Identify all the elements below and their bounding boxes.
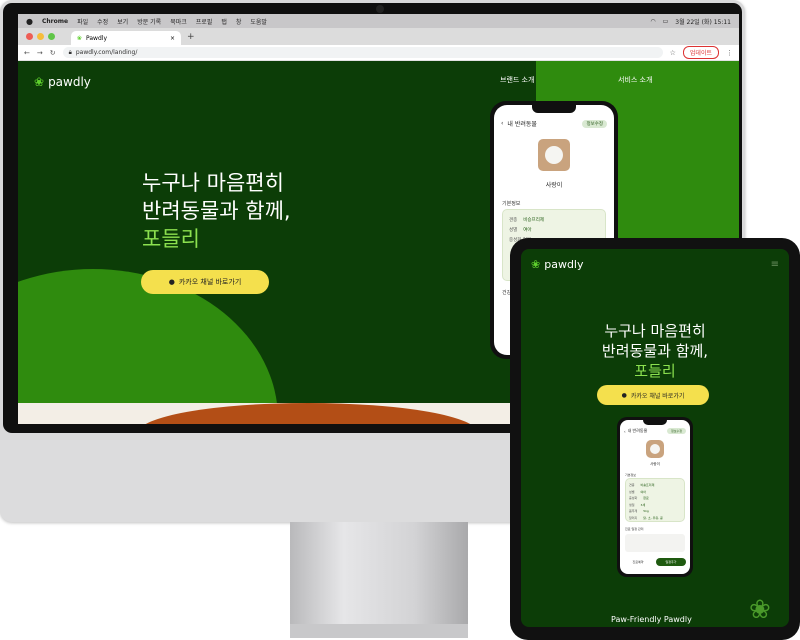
forward-button[interactable]: → — [37, 49, 43, 57]
menubar-item-file[interactable]: 파일 — [77, 17, 88, 26]
ipad-logo-text: pawdly — [544, 258, 584, 271]
camera-icon — [376, 5, 384, 13]
new-tab-button[interactable]: + — [187, 32, 195, 42]
apple-icon[interactable]: ● — [26, 17, 33, 26]
hero-headline-accent: 포들리 — [142, 227, 200, 251]
ipad-basic-info-heading: 기본정보 — [625, 473, 637, 477]
hero-headline: 누구나 마음편히 반려동물과 함께, 포들리 — [142, 169, 291, 253]
phone-notch — [532, 105, 576, 113]
ipad-phone-right-button[interactable]: 일정추가 — [656, 558, 686, 566]
menubar-item-profile[interactable]: 프로필 — [196, 17, 213, 26]
menubar-app-name[interactable]: Chrome — [42, 18, 68, 25]
menubar-item-view[interactable]: 보기 — [117, 17, 128, 26]
menubar-status-area: ◠ ▭ 3월 22일 (화) 15:11 — [650, 17, 731, 26]
tab-close-icon[interactable]: × — [170, 35, 175, 42]
ipad-basic-info-card: 견종 비숑프리제 성별 여아 중성화 완료 생일 3세 몸무게 5kg 알러지 닭, 소, … — [625, 478, 685, 522]
menubar-item-tab[interactable]: 탭 — [221, 17, 227, 26]
ipad-phone-edit[interactable]: 정보수정 — [666, 428, 686, 434]
ipad-headline-accent: 포들리 — [634, 362, 676, 380]
address-bar[interactable]: 🔒︎ pawdly.com/landing/ — [62, 47, 663, 58]
info-row: 알러지 닭, 소, 우유, 콩 — [629, 515, 663, 520]
kakao-channel-button[interactable]: ● 카카오 채널 바로가기 — [141, 270, 269, 294]
phone-notch — [643, 420, 667, 425]
nav-brand-intro[interactable]: 브랜드 소개 — [500, 75, 534, 85]
more-menu-icon[interactable]: ⋮ — [726, 49, 733, 57]
back-chevron-icon[interactable]: ‹ — [624, 429, 626, 434]
back-chevron-icon[interactable]: ‹ — [501, 120, 503, 127]
macos-menubar: ● Chrome 파일 수정 보기 방문 기록 북마크 프로필 탭 창 도움말 … — [18, 14, 739, 28]
kakao-channel-label: 카카오 채널 바로가기 — [178, 278, 242, 286]
pet-name: 사랑이 — [545, 182, 563, 189]
chat-bubble-icon: ● — [621, 391, 627, 399]
paw-icon: ❀ — [749, 595, 771, 625]
hero-headline-line2: 반려동물과 함께, — [142, 199, 291, 223]
ipad-phone-title: 내 반려동물 — [627, 428, 648, 433]
menubar-item-edit[interactable]: 수정 — [97, 17, 108, 26]
phone-app-title: 내 반려동물 — [507, 121, 537, 128]
hamburger-menu-icon[interactable]: ≡ — [771, 259, 779, 270]
lock-icon: 🔒︎ — [68, 48, 72, 56]
ipad-schedule-heading: 진료 일정 관리 — [625, 527, 644, 531]
pet-avatar — [646, 440, 664, 458]
address-bar-url: pawdly.com/landing/ — [75, 49, 138, 56]
menubar-item-help[interactable]: 도움말 — [250, 17, 267, 26]
hero-headline-line1: 누구나 마음편히 — [142, 171, 284, 195]
info-row-sex: 성별 여아 — [509, 228, 532, 233]
ipad-kakao-label: 카카오 채널 바로가기 — [630, 392, 685, 400]
pet-avatar — [538, 139, 570, 171]
ipad-phone-left-button[interactable]: 진료예약 — [625, 558, 651, 566]
update-button[interactable]: 업데이트 — [682, 46, 719, 59]
menubar-item-history[interactable]: 방문 기록 — [137, 17, 161, 26]
paw-icon: ❀ — [531, 258, 541, 271]
reload-button[interactable]: ↻ — [50, 49, 56, 57]
ipad-headline-line2: 반려동물과 함께, — [601, 342, 709, 360]
minimize-window-icon[interactable] — [37, 33, 44, 40]
wifi-icon[interactable]: ◠ — [650, 18, 655, 25]
browser-tabstrip: ❀ Pawdly × + — [18, 28, 739, 45]
site-logo[interactable]: ❀ pawdly — [34, 75, 91, 89]
ipad-pet-name: 사랑이 — [650, 462, 660, 466]
browser-tab-pawdly[interactable]: ❀ Pawdly × — [71, 31, 181, 45]
close-window-icon[interactable] — [26, 33, 33, 40]
edit-info-button[interactable]: 정보수정 — [582, 119, 607, 128]
ipad-phone-screen: ‹ 내 반려동물 정보수정 사랑이 기본정보 견종 비숑프리제 성별 여아 중성화 완… — [620, 420, 690, 574]
ipad-headline-line1: 누구나 마음편히 — [604, 322, 706, 340]
nav-service-intro[interactable]: 서비스 소개 — [618, 75, 652, 85]
ipad-phone-mockup: ‹ 내 반려동물 정보수정 사랑이 기본정보 견종 비숑프리제 성별 여아 중성화 완… — [617, 417, 693, 577]
maximize-window-icon[interactable] — [48, 33, 55, 40]
back-button[interactable]: ← — [24, 49, 30, 57]
ipad-footer-text: Paw-Friendly Pawdly — [611, 615, 692, 624]
ipad-hero-headline: 누구나 마음편히 반려동물과 함께, 포들리 — [521, 321, 789, 381]
battery-icon[interactable]: ▭ — [663, 18, 669, 25]
ipad-frame: ❀ pawdly ≡ 누구나 마음편히 반려동물과 함께, 포들리 ● 카카오 … — [510, 238, 800, 640]
schedule-card — [625, 534, 685, 552]
phone-app-header: ‹ 내 반려동물 정보수정 — [501, 119, 607, 128]
basic-info-heading: 기본정보 — [502, 201, 521, 207]
menubar-item-window[interactable]: 창 — [236, 17, 242, 26]
imac-stand-foot — [290, 624, 468, 638]
tab-title: Pawdly — [86, 34, 107, 42]
ipad-screen: ❀ pawdly ≡ 누구나 마음편히 반려동물과 함께, 포들리 ● 카카오 … — [521, 249, 789, 627]
browser-toolbar: ← → ↻ 🔒︎ pawdly.com/landing/ ☆ 업데이트 ⋮ — [18, 45, 739, 61]
paw-icon: ❀ — [34, 75, 45, 89]
ipad-site-logo[interactable]: ❀ pawdly — [531, 258, 584, 271]
bookmark-star-icon[interactable]: ☆ — [670, 49, 676, 57]
menubar-clock[interactable]: 3월 22일 (화) 15:11 — [675, 17, 731, 26]
favicon-paw-icon: ❀ — [77, 34, 83, 42]
ipad-kakao-channel-button[interactable]: ● 카카오 채널 바로가기 — [597, 385, 709, 405]
site-logo-text: pawdly — [48, 75, 91, 89]
device-mockup-stage: ● Chrome 파일 수정 보기 방문 기록 북마크 프로필 탭 창 도움말 … — [0, 0, 800, 640]
ipad-phone-header: ‹ 내 반려동물 정보수정 — [624, 428, 686, 434]
menubar-item-bookmarks[interactable]: 북마크 — [170, 17, 187, 26]
info-row-breed: 견종 비숑프리제 — [509, 218, 544, 223]
chat-bubble-icon: ● — [168, 278, 175, 286]
imac-stand — [290, 522, 468, 628]
